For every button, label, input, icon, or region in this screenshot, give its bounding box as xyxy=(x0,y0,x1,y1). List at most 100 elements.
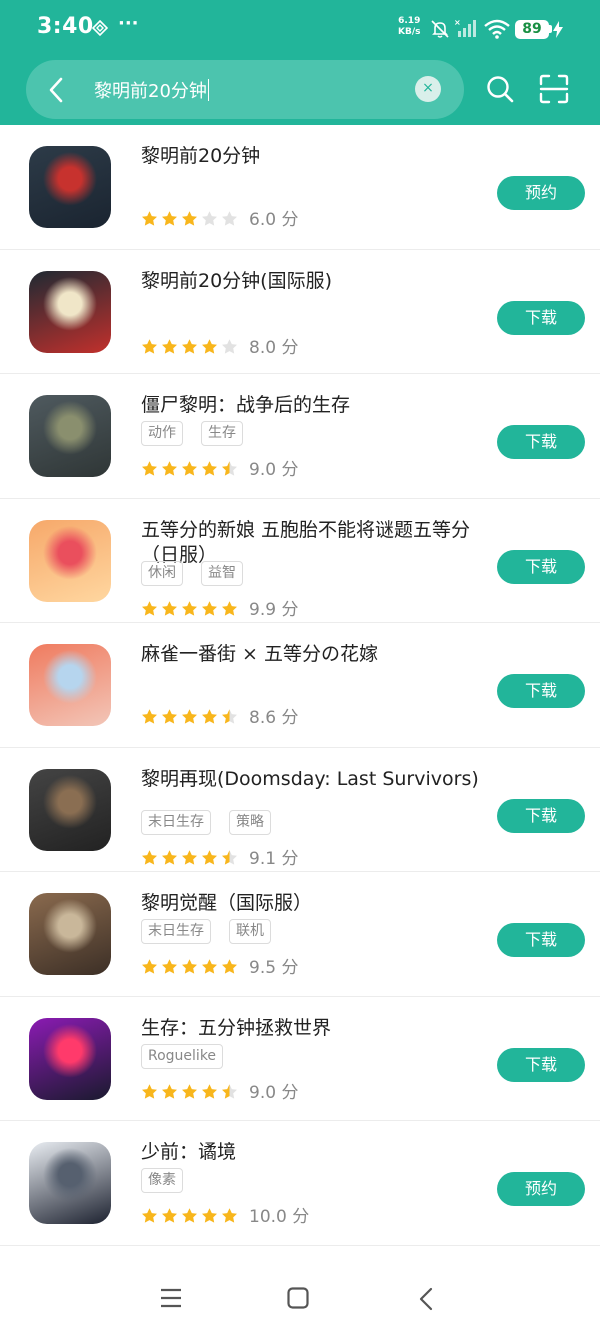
star-filled-icon xyxy=(181,958,198,975)
app-list-item[interactable]: 黎明觉醒（国际服） 末日生存 联机 9.5 分 下载 xyxy=(0,872,600,997)
app-title[interactable]: 黎明前20分钟 xyxy=(141,144,486,169)
star-filled-icon xyxy=(161,600,178,617)
star-half-icon xyxy=(221,460,238,477)
download-button[interactable]: 下载 xyxy=(497,425,585,459)
star-filled-icon xyxy=(181,1207,198,1224)
star-rating xyxy=(141,598,241,617)
app-icon[interactable] xyxy=(29,270,111,353)
rating-score: 8.6 分 xyxy=(249,708,299,728)
app-title[interactable]: 生存：五分钟拯救世界 xyxy=(141,1016,486,1041)
category-tag: 动作 xyxy=(141,421,183,446)
app-title[interactable]: 僵尸黎明：战争后的生存 xyxy=(141,393,486,418)
rating: 9.5 分 xyxy=(141,953,298,978)
star-filled-icon xyxy=(221,1207,238,1224)
app-list-item[interactable]: 麻雀一番街 × 五等分の花嫁 8.6 分 下载 xyxy=(0,623,600,748)
star-rating xyxy=(141,847,241,866)
system-nav-bar xyxy=(0,1260,600,1333)
app-icon[interactable] xyxy=(29,395,111,477)
download-button[interactable]: 下载 xyxy=(497,923,585,957)
app-list-item[interactable]: 生存：五分钟拯救世界 Roguelike 9.0 分 下载 xyxy=(0,997,600,1121)
star-rating xyxy=(141,336,241,355)
svg-text:×: × xyxy=(454,18,461,27)
scan-icon[interactable] xyxy=(538,73,570,105)
net-speed-value: 6.19 xyxy=(398,16,421,26)
download-button[interactable]: 下载 xyxy=(497,798,585,833)
star-filled-icon xyxy=(201,958,218,975)
app-title[interactable]: 黎明前20分钟(国际服) xyxy=(141,269,486,294)
star-rating xyxy=(141,208,241,227)
app-list-item[interactable]: 少前：谲境 像素 10.0 分 预约 xyxy=(0,1121,600,1246)
reserve-button[interactable]: 预约 xyxy=(497,176,585,210)
app-list-item[interactable]: 黎明前20分钟(国际服) 8.0 分 下载 xyxy=(0,250,600,374)
star-filled-icon xyxy=(141,600,158,617)
reserve-button[interactable]: 预约 xyxy=(497,1172,585,1206)
search-input[interactable]: 黎明前20分钟 xyxy=(94,77,209,103)
tag-list: 末日生存 策略 xyxy=(141,809,289,835)
app-icon[interactable] xyxy=(29,519,111,602)
tag-list: Roguelike xyxy=(141,1043,241,1069)
star-half-icon xyxy=(221,708,238,725)
star-empty-icon xyxy=(201,210,218,227)
star-rating xyxy=(141,706,241,725)
star-filled-icon xyxy=(181,1083,198,1100)
app-icon[interactable] xyxy=(29,1142,111,1224)
download-button[interactable]: 下载 xyxy=(497,674,585,708)
star-filled-icon xyxy=(201,338,218,355)
status-time: 3:40 xyxy=(37,14,94,39)
category-tag: 末日生存 xyxy=(141,809,211,835)
clear-search-button[interactable]: × xyxy=(415,76,441,102)
app-title[interactable]: 少前：谲境 xyxy=(141,1140,486,1165)
home-icon[interactable] xyxy=(287,1287,309,1309)
star-filled-icon xyxy=(141,708,158,725)
search-icon[interactable] xyxy=(486,75,514,103)
app-title[interactable]: 麻雀一番街 × 五等分の花嫁 xyxy=(141,642,486,667)
search-bar[interactable]: 黎明前20分钟 × xyxy=(26,60,464,119)
star-filled-icon xyxy=(201,460,218,477)
category-tag: 末日生存 xyxy=(141,919,211,944)
back-icon[interactable] xyxy=(46,77,66,103)
app-list-item[interactable]: 僵尸黎明：战争后的生存 动作 生存 9.0 分 下载 xyxy=(0,374,600,499)
app-icon[interactable] xyxy=(29,146,111,228)
rating: 10.0 分 xyxy=(141,1202,309,1227)
rating: 8.0 分 xyxy=(141,333,298,358)
battery-tip xyxy=(549,25,552,33)
star-filled-icon xyxy=(181,849,198,866)
text-caret xyxy=(207,79,209,101)
app-list-item[interactable]: 黎明前20分钟 6.0 分 预约 xyxy=(0,125,600,250)
back-icon[interactable] xyxy=(418,1287,434,1311)
app-icon[interactable] xyxy=(29,768,111,851)
app-icon[interactable] xyxy=(29,644,111,726)
rating: 9.9 分 xyxy=(141,595,298,620)
rating: 8.6 分 xyxy=(141,703,298,728)
download-button[interactable]: 下载 xyxy=(497,549,585,584)
app-title[interactable]: 黎明觉醒（国际服） xyxy=(141,891,486,916)
search-query: 黎明前20分钟 xyxy=(94,81,207,102)
app-icon[interactable] xyxy=(29,1017,111,1100)
star-filled-icon xyxy=(181,338,198,355)
rating-score: 9.0 分 xyxy=(249,460,299,480)
star-filled-icon xyxy=(181,600,198,617)
rating: 9.1 分 xyxy=(141,844,298,869)
star-filled-icon xyxy=(161,1083,178,1100)
app-list-item[interactable]: 黎明再现(Doomsday: Last Survivors) 末日生存 策略 9.1 … xyxy=(0,748,600,872)
download-button[interactable]: 下载 xyxy=(497,1047,585,1082)
star-filled-icon xyxy=(141,849,158,866)
star-half-icon xyxy=(221,1083,238,1100)
category-tag: 策略 xyxy=(229,809,271,835)
rating-score: 8.0 分 xyxy=(249,337,299,358)
signal-icon: × xyxy=(454,18,476,37)
diamond-icon xyxy=(92,20,108,36)
net-speed: 6.19 KB/s xyxy=(398,16,420,38)
net-speed-unit: KB/s xyxy=(398,27,421,37)
mute-icon xyxy=(431,20,449,38)
download-button[interactable]: 下载 xyxy=(497,300,585,335)
star-half-icon xyxy=(221,849,238,866)
app-list-item[interactable]: 五等分的新娘 五胞胎不能将谜题五等分（日服） 休闲 益智 9.9 分下载 xyxy=(0,499,600,623)
app-title[interactable]: 黎明再现(Doomsday: Last Survivors) xyxy=(141,767,486,792)
star-rating xyxy=(141,956,241,975)
category-tag: 益智 xyxy=(201,560,243,586)
app-icon[interactable] xyxy=(29,893,111,975)
menu-icon[interactable] xyxy=(160,1288,182,1308)
header-bar: 3:40 ··· 6.19 KB/s × 89 黎明前20分钟 × xyxy=(0,0,600,125)
star-filled-icon xyxy=(161,460,178,477)
